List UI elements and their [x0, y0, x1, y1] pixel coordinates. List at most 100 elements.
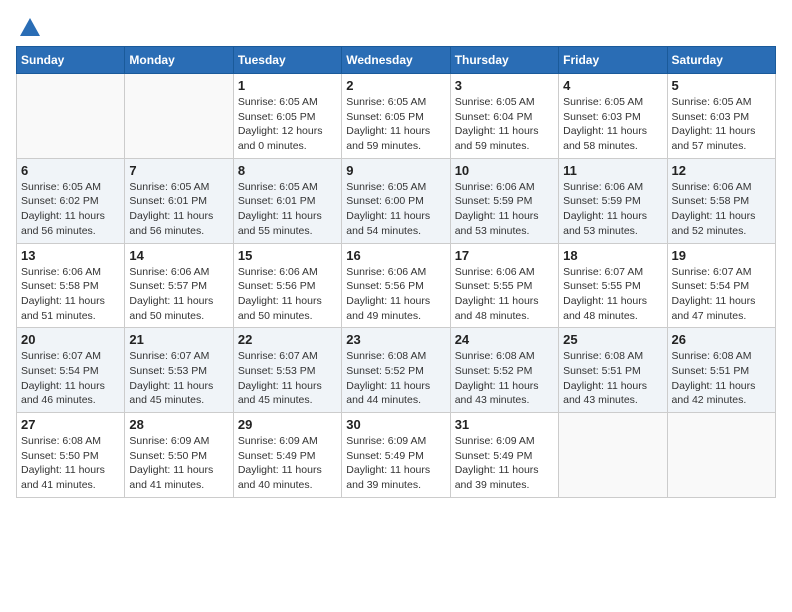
- calendar-cell: 14 Sunrise: 6:06 AMSunset: 5:57 PMDayligh…: [125, 243, 233, 328]
- calendar-cell: 17Sunrise: 6:06 AMSunset: 5:55 PMDayligh…: [450, 243, 558, 328]
- day-number: 25: [563, 332, 662, 347]
- header: [16, 16, 776, 36]
- calendar-cell: 1Sunrise: 6:05 AMSunset: 6:05 PMDaylight…: [233, 74, 341, 159]
- day-number: 23: [346, 332, 445, 347]
- day-number: 30: [346, 417, 445, 432]
- day-number: 20: [21, 332, 120, 347]
- logo-icon: [18, 16, 42, 40]
- day-number: 29: [238, 417, 337, 432]
- day-number: 17: [455, 248, 554, 263]
- calendar-cell: 5 Sunrise: 6:05 AMSunset: 6:03 PMDaylight…: [667, 74, 775, 159]
- calendar-table: SundayMondayTuesdayWednesdayThursdayFrid…: [16, 46, 776, 498]
- weekday-header-monday: Monday: [125, 47, 233, 74]
- day-number: 22: [238, 332, 337, 347]
- day-info: Sunrise: 6:09 AMSunset: 5:49 PMDaylight:…: [346, 434, 445, 493]
- calendar-cell: 25 Sunrise: 6:08 AMSunset: 5:51 PMDayligh…: [559, 328, 667, 413]
- calendar-week-row: 27 Sunrise: 6:08 AMSunset: 5:50 PMDayligh…: [17, 413, 776, 498]
- day-number: 16: [346, 248, 445, 263]
- day-info: Sunrise: 6:06 AMSunset: 5:57 PMDaylight:…: [129, 265, 228, 324]
- day-info: Sunrise: 6:08 AMSunset: 5:52 PMDaylight:…: [455, 349, 554, 408]
- calendar-cell: 12 Sunrise: 6:06 AMSunset: 5:58 PMDayligh…: [667, 158, 775, 243]
- weekday-header-row: SundayMondayTuesdayWednesdayThursdayFrid…: [17, 47, 776, 74]
- day-info: Sunrise: 6:08 AMSunset: 5:51 PMDaylight:…: [672, 349, 771, 408]
- weekday-header-tuesday: Tuesday: [233, 47, 341, 74]
- day-number: 15: [238, 248, 337, 263]
- day-info: Sunrise: 6:07 AMSunset: 5:53 PMDaylight:…: [129, 349, 228, 408]
- day-number: 8: [238, 163, 337, 178]
- day-info: Sunrise: 6:08 AMSunset: 5:51 PMDaylight:…: [563, 349, 662, 408]
- calendar-cell: 30 Sunrise: 6:09 AMSunset: 5:49 PMDayligh…: [342, 413, 450, 498]
- calendar-week-row: 20Sunrise: 6:07 AMSunset: 5:54 PMDayligh…: [17, 328, 776, 413]
- day-number: 5: [672, 78, 771, 93]
- calendar-cell: 8Sunrise: 6:05 AMSunset: 6:01 PMDaylight…: [233, 158, 341, 243]
- day-number: 31: [455, 417, 554, 432]
- day-number: 12: [672, 163, 771, 178]
- calendar-cell: 16 Sunrise: 6:06 AMSunset: 5:56 PMDayligh…: [342, 243, 450, 328]
- weekday-header-thursday: Thursday: [450, 47, 558, 74]
- calendar-cell: 21 Sunrise: 6:07 AMSunset: 5:53 PMDayligh…: [125, 328, 233, 413]
- day-number: 24: [455, 332, 554, 347]
- calendar-cell: 4 Sunrise: 6:05 AMSunset: 6:03 PMDaylight…: [559, 74, 667, 159]
- weekday-header-sunday: Sunday: [17, 47, 125, 74]
- day-info: Sunrise: 6:06 AMSunset: 5:58 PMDaylight:…: [21, 265, 120, 324]
- day-number: 11: [563, 163, 662, 178]
- day-number: 10: [455, 163, 554, 178]
- day-number: 3: [455, 78, 554, 93]
- day-info: Sunrise: 6:06 AMSunset: 5:59 PMDaylight:…: [563, 180, 662, 239]
- calendar-week-row: 13 Sunrise: 6:06 AMSunset: 5:58 PMDayligh…: [17, 243, 776, 328]
- weekday-header-saturday: Saturday: [667, 47, 775, 74]
- calendar-cell: 10 Sunrise: 6:06 AMSunset: 5:59 PMDayligh…: [450, 158, 558, 243]
- day-number: 7: [129, 163, 228, 178]
- day-info: Sunrise: 6:07 AMSunset: 5:53 PMDaylight:…: [238, 349, 337, 408]
- calendar-cell: 2 Sunrise: 6:05 AMSunset: 6:05 PMDaylight…: [342, 74, 450, 159]
- calendar-cell: [125, 74, 233, 159]
- calendar-cell: [559, 413, 667, 498]
- day-number: 13: [21, 248, 120, 263]
- calendar-week-row: 1 Sunrise: 6:05 AMSunset: 6:05 PMDaylight…: [17, 74, 776, 159]
- calendar-cell: 3 Sunrise: 6:05 AMSunset: 6:04 PMDaylight…: [450, 74, 558, 159]
- calendar-cell: 6 Sunrise: 6:05 AMSunset: 6:02 PMDaylight…: [17, 158, 125, 243]
- day-info: Sunrise: 6:05 AMSunset: 6:00 PMDaylight:…: [346, 180, 445, 239]
- day-info: Sunrise: 6:05 AMSunset: 6:04 PMDaylight:…: [455, 95, 554, 154]
- day-number: 18: [563, 248, 662, 263]
- day-info: Sunrise: 6:05 AMSunset: 6:01 PMDaylight:…: [129, 180, 228, 239]
- day-info: Sunrise: 6:05 AMSunset: 6:03 PMDaylight:…: [563, 95, 662, 154]
- calendar-cell: 19Sunrise: 6:07 AMSunset: 5:54 PMDayligh…: [667, 243, 775, 328]
- day-info: Sunrise: 6:07 AMSunset: 5:55 PMDaylight:…: [563, 265, 662, 324]
- day-number: 26: [672, 332, 771, 347]
- day-info: Sunrise: 6:05 AMSunset: 6:02 PMDaylight:…: [21, 180, 120, 239]
- day-info: Sunrise: 6:06 AMSunset: 5:58 PMDaylight:…: [672, 180, 771, 239]
- day-number: 2: [346, 78, 445, 93]
- calendar-cell: 11 Sunrise: 6:06 AMSunset: 5:59 PMDayligh…: [559, 158, 667, 243]
- day-info: Sunrise: 6:06 AMSunset: 5:56 PMDaylight:…: [238, 265, 337, 324]
- calendar-cell: 26 Sunrise: 6:08 AMSunset: 5:51 PMDayligh…: [667, 328, 775, 413]
- weekday-header-wednesday: Wednesday: [342, 47, 450, 74]
- calendar-cell: 13 Sunrise: 6:06 AMSunset: 5:58 PMDayligh…: [17, 243, 125, 328]
- calendar-cell: 18 Sunrise: 6:07 AMSunset: 5:55 PMDayligh…: [559, 243, 667, 328]
- day-info: Sunrise: 6:05 AMSunset: 6:05 PMDaylight:…: [346, 95, 445, 154]
- day-info: Sunrise: 6:06 AMSunset: 5:56 PMDaylight:…: [346, 265, 445, 324]
- day-number: 27: [21, 417, 120, 432]
- day-info: Sunrise: 6:05 AMSunset: 6:03 PMDaylight:…: [672, 95, 771, 154]
- day-info: Sunrise: 6:09 AMSunset: 5:50 PMDaylight:…: [129, 434, 228, 493]
- day-number: 4: [563, 78, 662, 93]
- day-number: 6: [21, 163, 120, 178]
- day-number: 19: [672, 248, 771, 263]
- calendar-cell: [17, 74, 125, 159]
- calendar-cell: 24 Sunrise: 6:08 AMSunset: 5:52 PMDayligh…: [450, 328, 558, 413]
- calendar-cell: 29Sunrise: 6:09 AMSunset: 5:49 PMDayligh…: [233, 413, 341, 498]
- calendar-cell: 15 Sunrise: 6:06 AMSunset: 5:56 PMDayligh…: [233, 243, 341, 328]
- calendar-cell: 7 Sunrise: 6:05 AMSunset: 6:01 PMDaylight…: [125, 158, 233, 243]
- calendar-cell: 9Sunrise: 6:05 AMSunset: 6:00 PMDaylight…: [342, 158, 450, 243]
- day-number: 14: [129, 248, 228, 263]
- day-info: Sunrise: 6:06 AMSunset: 5:59 PMDaylight:…: [455, 180, 554, 239]
- day-info: Sunrise: 6:08 AMSunset: 5:50 PMDaylight:…: [21, 434, 120, 493]
- day-number: 21: [129, 332, 228, 347]
- calendar-cell: 20Sunrise: 6:07 AMSunset: 5:54 PMDayligh…: [17, 328, 125, 413]
- day-number: 1: [238, 78, 337, 93]
- logo: [16, 16, 42, 36]
- calendar-cell: 23Sunrise: 6:08 AMSunset: 5:52 PMDayligh…: [342, 328, 450, 413]
- day-number: 28: [129, 417, 228, 432]
- calendar-cell: 31Sunrise: 6:09 AMSunset: 5:49 PMDayligh…: [450, 413, 558, 498]
- calendar-cell: 22 Sunrise: 6:07 AMSunset: 5:53 PMDayligh…: [233, 328, 341, 413]
